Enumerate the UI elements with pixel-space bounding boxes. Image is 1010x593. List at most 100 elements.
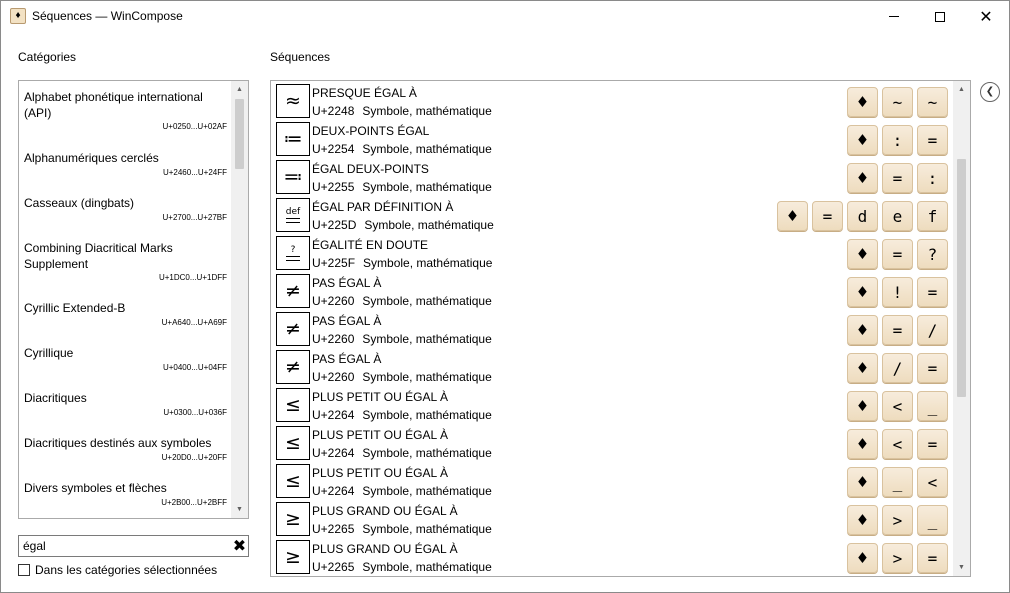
category-item[interactable]: Alphanumériques cerclés U+2460...U+24FF bbox=[24, 151, 229, 177]
sequence-code-line: U+2255 Symbole, mathématique bbox=[312, 180, 492, 194]
sequence-row[interactable]: ≤ PLUS PETIT OU ÉGAL À U+2264 Symbole, math… bbox=[271, 461, 953, 499]
key-sequence: ♦: = bbox=[843, 125, 948, 155]
minimize-icon bbox=[889, 16, 899, 17]
compose-key-icon: ♦ bbox=[847, 163, 878, 193]
sequence-row[interactable]: ≔ DEUX-POINTS ÉGAL U+2254 Symbole, mathémat… bbox=[271, 119, 953, 157]
sequence-codepoint: U+2260 bbox=[312, 294, 355, 308]
key-sequence: ♦ < _ bbox=[843, 391, 948, 421]
category-item[interactable]: Alphabet phonétique international (API) U… bbox=[24, 90, 229, 131]
key-cap: < bbox=[882, 391, 913, 421]
sequence-row[interactable]: ≤ PLUS PETIT OU ÉGAL À U+2264 Symbole, math… bbox=[271, 423, 953, 461]
sequence-name: ÉGAL DEUX-POINTS bbox=[312, 162, 429, 176]
sequence-row[interactable]: ≠ PAS ÉGAL À U+2260 Symbole, mathématique ♦ =… bbox=[271, 309, 953, 347]
sequence-name: PLUS GRAND OU ÉGAL À bbox=[312, 542, 458, 556]
category-name: Alphabet phonétique international (API) bbox=[24, 90, 203, 120]
close-button[interactable]: ✕ bbox=[963, 1, 1009, 32]
compose-key-icon: ♦ bbox=[847, 353, 878, 383]
key-cap: < bbox=[882, 429, 913, 459]
sequences-scroll-thumb[interactable] bbox=[957, 159, 966, 397]
filter-checkbox[interactable] bbox=[18, 564, 30, 576]
collapse-panel-icon[interactable]: ❮ bbox=[980, 82, 1000, 102]
clear-search-icon[interactable]: ✖ bbox=[231, 537, 248, 555]
category-item[interactable]: Cyrillique U+0400...U+04FF bbox=[24, 346, 229, 372]
sequence-row[interactable]: ? ÉGALITÉ EN DOUTE U+225F Symbole, mathémat… bbox=[271, 233, 953, 271]
category-item[interactable]: Diacritiques destinés aux symboles U+20D0… bbox=[24, 436, 229, 462]
key-cap: = bbox=[917, 277, 948, 307]
key-sequence: ♦ = d e f bbox=[773, 201, 948, 231]
sequence-row[interactable]: ≤ PLUS PETIT OU ÉGAL À U+2264 Symbole, math… bbox=[271, 385, 953, 423]
sequence-row[interactable]: ≥ PLUS GRAND OU ÉGAL À U+2265 Symbole, math… bbox=[271, 537, 953, 575]
sequence-row[interactable]: ≠ PAS ÉGAL À U+2260 Symbole, mathématique ♦!… bbox=[271, 271, 953, 309]
scroll-up-icon[interactable]: ▲ bbox=[953, 81, 970, 98]
sequence-codepoint: U+2260 bbox=[312, 332, 355, 346]
category-item[interactable]: Combining Diacritical Marks Supplement U+… bbox=[24, 241, 229, 282]
sequence-glyph: def bbox=[276, 198, 310, 232]
compose-key-icon: ♦ bbox=[847, 239, 878, 269]
scroll-up-icon[interactable]: ▲ bbox=[231, 81, 248, 98]
category-name: Cyrillique bbox=[24, 346, 74, 360]
search-box: ✖ bbox=[18, 535, 249, 557]
category-range: U+20D0...U+20FF bbox=[161, 452, 227, 462]
search-input[interactable] bbox=[19, 536, 229, 556]
sequence-glyph: ≤ bbox=[276, 464, 310, 498]
key-cap: ? bbox=[917, 239, 948, 269]
key-cap: d bbox=[847, 201, 878, 231]
category-name: Cyrillic Extended-B bbox=[24, 301, 126, 315]
sequence-row[interactable]: ≠ PAS ÉGAL À U+2260 Symbole, mathématique ♦ /… bbox=[271, 347, 953, 385]
title-bar: ♦ Séquences — WinCompose ✕ bbox=[1, 1, 1009, 32]
key-cap: = bbox=[917, 353, 948, 383]
sequence-category: Symbole, mathématique bbox=[362, 408, 492, 422]
key-cap: = bbox=[917, 543, 948, 573]
categories-scrollbar[interactable]: ▲ ▼ bbox=[231, 81, 248, 518]
sequence-name: PLUS PETIT OU ÉGAL À bbox=[312, 390, 449, 404]
key-cap: > bbox=[882, 543, 913, 573]
key-cap: = bbox=[882, 315, 913, 345]
sequence-row[interactable]: def ÉGAL PAR DÉFINITION À U+225D Symbole, m… bbox=[271, 195, 953, 233]
category-name: Casseaux (dingbats) bbox=[24, 196, 135, 210]
sequence-glyph: ≠ bbox=[276, 350, 310, 384]
sequence-name: ÉGALITÉ EN DOUTE bbox=[312, 238, 429, 252]
sequence-row[interactable]: ≈ PRESQUE ÉGAL À U+2248 Symbole, mathématiq… bbox=[271, 81, 953, 119]
key-cap: : bbox=[882, 125, 913, 155]
compose-key-icon: ♦ bbox=[847, 505, 878, 535]
sequence-category: Symbole, mathématique bbox=[363, 256, 493, 270]
sequence-codepoint: U+2264 bbox=[312, 408, 355, 422]
sequence-row[interactable]: ≕ ÉGAL DEUX-POINTS U+2255 Symbole, mathémat… bbox=[271, 157, 953, 195]
scroll-down-icon[interactable]: ▼ bbox=[231, 501, 248, 518]
category-range: U+1DC0...U+1DFF bbox=[158, 273, 227, 282]
sequence-glyph: ? bbox=[276, 236, 310, 270]
category-item[interactable]: Cyrillic Extended-B U+A640...U+A69F bbox=[24, 301, 229, 327]
minimize-button[interactable] bbox=[871, 1, 917, 32]
sequence-row[interactable]: ≥ PLUS GRAND OU ÉGAL À U+2265 Symbole, math… bbox=[271, 499, 953, 537]
compose-key-icon: ♦ bbox=[847, 467, 878, 497]
sequence-category: Symbole, mathématique bbox=[364, 218, 494, 232]
key-sequence: ♦ > = bbox=[843, 543, 948, 573]
sequence-category: Symbole, mathématique bbox=[362, 180, 492, 194]
category-item[interactable]: Divers symboles et flèches U+2B00...U+2BF… bbox=[24, 481, 229, 507]
sequence-name: ÉGAL PAR DÉFINITION À bbox=[312, 200, 454, 214]
key-sequence: ♦ = / bbox=[843, 315, 948, 345]
category-item[interactable]: Diacritiques U+0300...U+036F bbox=[24, 391, 229, 417]
key-cap: : bbox=[917, 163, 948, 193]
scroll-down-icon[interactable]: ▼ bbox=[953, 559, 970, 576]
category-name: Combining Diacritical Marks Supplement bbox=[24, 241, 173, 271]
key-cap: = bbox=[917, 429, 948, 459]
category-name: Alphanumériques cerclés bbox=[24, 151, 159, 165]
categories-heading: Catégories bbox=[18, 50, 77, 64]
sequence-codepoint: U+2265 bbox=[312, 522, 355, 536]
categories-list[interactable]: Alphabet phonétique international (API) U… bbox=[18, 80, 249, 519]
key-sequence: ♦ ~ ~ bbox=[843, 87, 948, 117]
sequences-scrollbar[interactable]: ▲ ▼ bbox=[953, 81, 970, 576]
category-item[interactable]: Casseaux (dingbats) U+2700...U+27BF bbox=[24, 196, 229, 222]
sequence-codepoint: U+2255 bbox=[312, 180, 355, 194]
compose-key-icon: ♦ bbox=[847, 315, 878, 345]
maximize-button[interactable] bbox=[917, 1, 963, 32]
sequence-codepoint: U+2254 bbox=[312, 142, 355, 156]
categories-scroll-thumb[interactable] bbox=[235, 99, 244, 169]
sequences-list[interactable]: ≈ PRESQUE ÉGAL À U+2248 Symbole, mathématiq… bbox=[270, 80, 971, 577]
sequence-code-line: U+2260 Symbole, mathématique bbox=[312, 294, 492, 308]
filter-selected-categories[interactable]: Dans les catégories sélectionnées bbox=[18, 563, 217, 577]
sequence-category: Symbole, mathématique bbox=[362, 446, 492, 460]
sequence-name: PRESQUE ÉGAL À bbox=[312, 86, 417, 100]
sequence-code-line: U+2265 Symbole, mathématique bbox=[312, 522, 492, 536]
